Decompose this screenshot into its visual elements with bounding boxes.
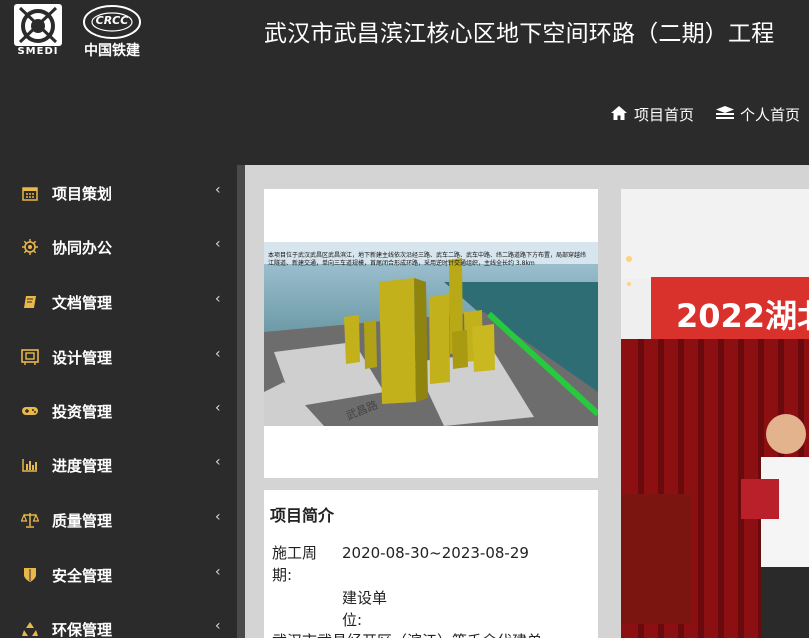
chevron-left-icon: ‹ bbox=[215, 236, 221, 252]
period-value: 2020-08-30~2023-08-29 bbox=[342, 544, 529, 562]
sidebar-item-label: 项目策划 bbox=[52, 184, 113, 203]
builder-value: 武汉市武昌经开区（滨江）等千余代建单 bbox=[272, 630, 542, 638]
page-title: 武汉市武昌滨江核心区地下空间环路（二期）工程 bbox=[264, 21, 775, 47]
gear-icon bbox=[21, 238, 39, 256]
sidebar-scrollbar[interactable] bbox=[237, 165, 245, 638]
sidebar: 项目策划 ‹ 协同办公 ‹ 文档管理 ‹ 设计管理 ‹ 投资管理 ‹ 进度管理 … bbox=[0, 165, 237, 638]
sidebar-item-environment[interactable]: 环保管理 ‹ bbox=[0, 602, 237, 638]
home-icon bbox=[610, 105, 634, 125]
gamepad-icon bbox=[21, 402, 39, 420]
builder-label: 建设单位: bbox=[342, 589, 388, 629]
bim-model-viewer[interactable]: 武昌路 本项目位于武汉武昌区武昌滨江，地下新建主线依次沿经三路、武车二路、武车中… bbox=[264, 242, 601, 426]
header: SMEDI CRCC 中国铁建 武汉市武昌滨江核心区地下空间环路（二期）工程 项… bbox=[0, 0, 809, 165]
blueprint-icon bbox=[21, 348, 39, 366]
sidebar-item-design[interactable]: 设计管理 ‹ bbox=[0, 330, 237, 384]
recycle-icon bbox=[21, 620, 39, 638]
calendar-icon bbox=[21, 184, 39, 202]
chevron-left-icon: ‹ bbox=[215, 454, 221, 470]
sidebar-item-label: 协同办公 bbox=[52, 238, 113, 257]
chevron-left-icon: ‹ bbox=[215, 291, 221, 307]
sidebar-item-label: 文档管理 bbox=[52, 293, 113, 312]
crcc-badge-text: CRCC bbox=[95, 14, 129, 27]
chevron-left-icon: ‹ bbox=[215, 182, 221, 198]
shield-icon bbox=[21, 566, 39, 584]
sidebar-item-label: 进度管理 bbox=[52, 456, 113, 475]
sidebar-item-collab[interactable]: 协同办公 ‹ bbox=[0, 220, 237, 274]
photo-carousel[interactable]: 2022湖北 bbox=[621, 189, 809, 638]
smedi-logo[interactable]: SMEDI bbox=[12, 2, 64, 60]
nav-personal-home[interactable]: 个人首页 bbox=[716, 104, 800, 125]
smedi-logo-text: SMEDI bbox=[17, 46, 59, 57]
nav-personal-home-label: 个人首页 bbox=[740, 106, 801, 124]
crcc-logo[interactable]: CRCC 中国铁建 bbox=[74, 2, 154, 60]
project-intro-card: 项目简介 施工周期: 2020-08-30~2023-08-29 建设单位: 武… bbox=[264, 490, 598, 638]
scale-icon bbox=[21, 511, 39, 529]
stack-icon bbox=[716, 105, 740, 124]
sidebar-item-label: 投资管理 bbox=[52, 402, 113, 421]
period-label: 施工周期: bbox=[272, 544, 318, 584]
bar-chart-icon bbox=[21, 456, 39, 474]
main-content: 武昌路 本项目位于武汉武昌区武昌滨江，地下新建主线依次沿经三路、武车二路、武车中… bbox=[245, 165, 809, 638]
chevron-left-icon: ‹ bbox=[215, 346, 221, 362]
model-card: 武昌路 本项目位于武汉武昌区武昌滨江，地下新建主线依次沿经三路、武车二路、武车中… bbox=[264, 189, 601, 478]
sidebar-item-schedule[interactable]: 进度管理 ‹ bbox=[0, 438, 237, 492]
sidebar-item-label: 质量管理 bbox=[52, 511, 113, 530]
chevron-left-icon: ‹ bbox=[215, 400, 221, 416]
sidebar-item-quality[interactable]: 质量管理 ‹ bbox=[0, 493, 237, 547]
nav-project-home[interactable]: 项目首页 bbox=[610, 104, 694, 125]
top-nav: 项目首页 个人首页 bbox=[610, 104, 809, 125]
crcc-logo-text: 中国铁建 bbox=[84, 43, 140, 59]
sidebar-item-safety[interactable]: 安全管理 ‹ bbox=[0, 548, 237, 602]
chevron-left-icon: ‹ bbox=[215, 618, 221, 634]
chevron-left-icon: ‹ bbox=[215, 564, 221, 580]
chevron-left-icon: ‹ bbox=[215, 509, 221, 525]
sidebar-item-documents[interactable]: 文档管理 ‹ bbox=[0, 275, 237, 329]
sidebar-item-planning[interactable]: 项目策划 ‹ bbox=[0, 166, 237, 220]
model-overlay-text: 本项目位于武汉武昌区武昌滨江，地下新建主线依次沿经三路、武车二路、武车中路、纬二… bbox=[268, 252, 587, 267]
sidebar-item-label: 环保管理 bbox=[52, 620, 113, 638]
intro-title: 项目简介 bbox=[270, 506, 335, 525]
book-icon bbox=[21, 293, 39, 311]
sidebar-item-label: 设计管理 bbox=[52, 348, 113, 367]
nav-project-home-label: 项目首页 bbox=[634, 106, 695, 124]
sidebar-item-investment[interactable]: 投资管理 ‹ bbox=[0, 384, 237, 438]
sidebar-item-label: 安全管理 bbox=[52, 566, 113, 585]
banner-text: 2022湖北 bbox=[676, 297, 809, 335]
